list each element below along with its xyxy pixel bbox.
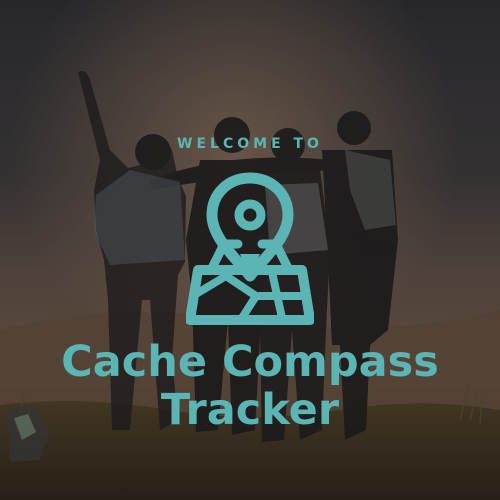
welcome-label: WELCOME TO bbox=[177, 136, 323, 152]
app-title-line-2: Tracker bbox=[160, 385, 340, 435]
app-title-line-1: Cache Compass bbox=[61, 337, 439, 387]
map-pin-on-map-icon bbox=[186, 172, 314, 325]
app-title: Cache Compass Tracker bbox=[0, 338, 500, 434]
splash-screen: WELCOME TO Cache Compass Tracker bbox=[0, 0, 500, 500]
